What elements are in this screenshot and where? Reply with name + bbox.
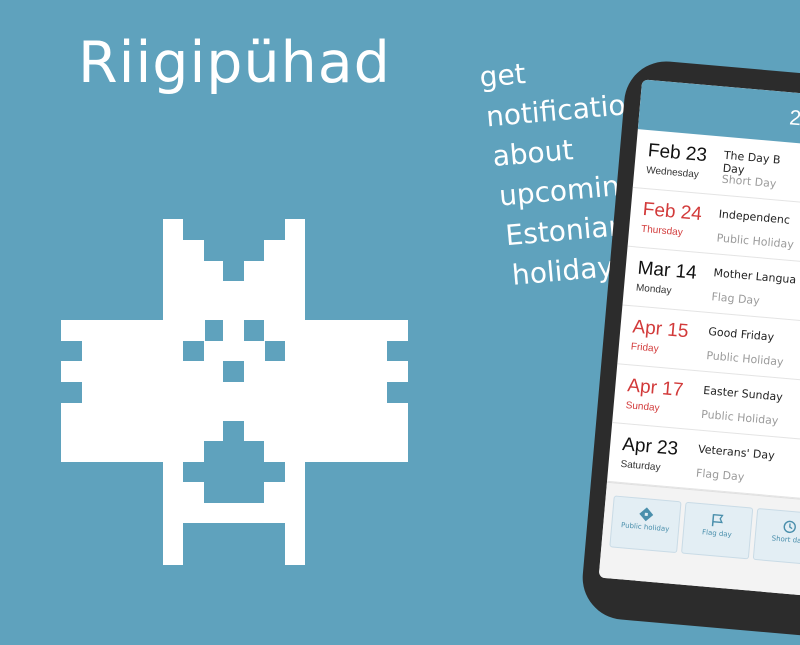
holiday-weekday: Thursday [640, 223, 684, 239]
holiday-name: Independenc [718, 207, 791, 227]
holiday-weekday: Monday [635, 282, 672, 297]
ornament-icon [639, 507, 654, 522]
holiday-type: Public Holiday [700, 407, 779, 428]
clock-icon [783, 520, 796, 534]
holiday-weekday: Wednesday [645, 165, 700, 181]
holiday-name: Easter Sunday [702, 383, 784, 404]
holiday-weekday: Friday [630, 341, 660, 355]
holiday-date: Apr 23 [621, 434, 679, 460]
holiday-type: Flag Day [695, 466, 745, 484]
holiday-date: Feb 24 [641, 198, 703, 225]
holiday-weekday: Sunday [625, 400, 660, 415]
holiday-type: Public Holiday [705, 348, 785, 369]
holiday-date: Apr 15 [631, 316, 690, 343]
holiday-date: Mar 14 [636, 257, 698, 284]
nav-label: Short day [771, 534, 800, 546]
holiday-name: Good Friday [707, 325, 775, 344]
nav-flag-day-button[interactable]: Flag day [681, 501, 754, 560]
holiday-type: Flag Day [710, 290, 761, 308]
nav-short-day-button[interactable]: Short day [752, 507, 800, 566]
holiday-weekday: Saturday [620, 458, 661, 474]
holiday-name: Mother Langua [713, 266, 797, 287]
nav-public-holiday-button[interactable]: Public holiday [609, 495, 682, 554]
holiday-date: Feb 23 [647, 140, 708, 167]
holiday-name: Veterans' Day [697, 442, 776, 463]
flag-icon [711, 514, 724, 527]
holiday-date: Apr 17 [626, 375, 685, 402]
year-label: 202 [788, 106, 800, 133]
holiday-type: Public Holiday [716, 231, 795, 252]
nav-label: Flag day [701, 528, 733, 539]
nav-label: Public holiday [620, 521, 670, 534]
